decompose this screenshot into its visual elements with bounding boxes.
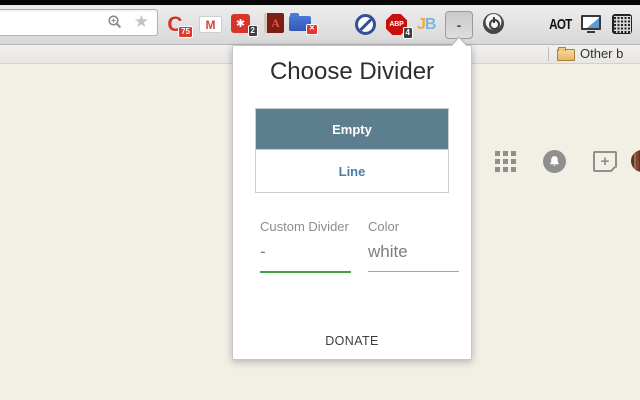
donate-link[interactable]: DONATE [233, 334, 471, 348]
bookmark-star-icon[interactable]: ★ [134, 11, 149, 33]
extension-jb-button[interactable]: JB [417, 16, 437, 33]
choose-divider-popup: Choose Divider Empty Line Custom Divider… [232, 36, 472, 360]
divider-options: Empty Line [255, 108, 449, 193]
plus-icon: + [600, 153, 610, 170]
line-divider-button[interactable]: Line [256, 149, 448, 192]
monitor-icon [581, 15, 601, 33]
color-input[interactable]: white [368, 242, 459, 272]
custom-divider-label: Custom Divider [260, 219, 349, 234]
color-field: Color white [368, 219, 459, 273]
empty-divider-button[interactable]: Empty [256, 109, 448, 149]
extension-gmail-button[interactable]: M [199, 16, 222, 33]
avatar[interactable] [631, 150, 640, 172]
jb-b-letter: B [424, 16, 437, 33]
extension-c-button[interactable]: C 75 [163, 12, 193, 38]
divider-dash-icon: - [445, 11, 473, 39]
extension-abp-button[interactable]: ABP 4 [386, 14, 413, 39]
other-bookmarks-label[interactable]: Other b [580, 46, 623, 61]
c-badge: 75 [178, 26, 193, 38]
red-book-icon: A [264, 13, 284, 33]
apps-grid-icon[interactable] [495, 151, 516, 172]
folder-x-badge: ✕ [306, 24, 318, 35]
power-icon [483, 13, 504, 34]
gmail-envelope-icon: M [199, 16, 222, 33]
add-box-button[interactable]: + [593, 151, 617, 172]
divider-fields: Custom Divider - Color white [260, 219, 471, 273]
popup-caret [450, 36, 468, 47]
extension-aot-button[interactable]: AOT [546, 17, 575, 32]
color-label: Color [368, 219, 400, 234]
popup-title: Choose Divider [269, 58, 435, 85]
extension-asterisk-button[interactable]: ✱ 2 [231, 14, 258, 37]
aot-text-icon: AOT [549, 16, 572, 33]
extension-book-button[interactable]: A [264, 13, 284, 33]
extension-monitor-button[interactable] [581, 15, 601, 33]
bookmarks-separator [548, 47, 549, 61]
address-bar[interactable]: ★ [0, 9, 158, 36]
extension-folder-button[interactable]: ✕ [289, 13, 318, 35]
extension-power-button[interactable] [483, 13, 504, 34]
bell-icon [550, 156, 559, 166]
keypad-grid-icon [612, 14, 632, 34]
extension-keypad-button[interactable] [612, 14, 632, 34]
extension-divider-button-active[interactable]: - [445, 11, 473, 39]
no-entry-icon [355, 14, 376, 35]
other-bookmarks-folder-icon[interactable] [557, 47, 575, 61]
asterisk-badge: 2 [247, 25, 258, 37]
custom-divider-input[interactable]: - [260, 242, 351, 273]
page-zoom-icon[interactable] [107, 14, 123, 35]
abp-badge: 4 [402, 27, 413, 39]
jb-j-letter: J [417, 16, 426, 33]
browser-toolbar: ★ C 75 M ✱ 2 A ✕ ABP 4 JB - AOT [0, 5, 640, 45]
custom-divider-field: Custom Divider - [260, 219, 351, 273]
extension-blocker-button[interactable] [355, 14, 376, 35]
notifications-bell-button[interactable] [543, 150, 566, 173]
browser-window: ★ C 75 M ✱ 2 A ✕ ABP 4 JB - AOT Other b … [0, 0, 640, 400]
